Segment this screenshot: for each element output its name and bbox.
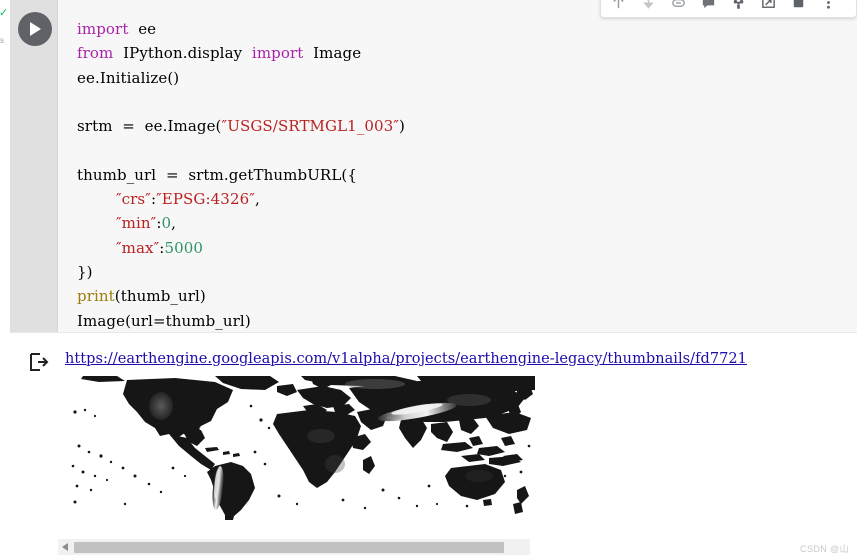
code-token: import: [251, 44, 304, 63]
code-line: ee.Initialize(): [77, 66, 857, 90]
code-line: ″max″:5000: [77, 236, 857, 260]
add-comment-icon[interactable]: [693, 0, 723, 17]
move-cell-down-icon[interactable]: [633, 0, 663, 17]
code-token: Image: [303, 44, 362, 63]
code-token: ″min″: [115, 214, 157, 233]
mirror-cell-tab-icon[interactable]: [753, 0, 783, 17]
code-token: ″max″: [115, 238, 160, 257]
move-cell-up-icon[interactable]: [603, 0, 633, 17]
delete-cell-icon[interactable]: [783, 0, 813, 17]
code-token: ee: [128, 20, 157, 38]
code-token: 5000: [164, 238, 204, 257]
output-thumbnail-url-link[interactable]: https://earthengine.googleapis.com/v1alp…: [65, 350, 857, 368]
code-token: IPython.display: [113, 44, 252, 63]
code-line: ″min″:0,: [77, 211, 857, 235]
code-token: from: [77, 44, 114, 63]
code-token: (thumb_url): [114, 287, 206, 306]
code-line: from IPython.display import Image: [77, 41, 857, 65]
output-stream-icon: [28, 351, 50, 373]
code-token: thumb_url = srtm.getThumbURL({: [77, 165, 357, 184]
horizontal-scrollbar-thumb[interactable]: [74, 541, 504, 553]
code-token: 0: [161, 214, 172, 233]
code-token: ,: [171, 214, 177, 233]
code-token: import: [77, 20, 129, 38]
code-cell-gutter: [10, 0, 58, 332]
code-line: thumb_url = srtm.getThumbURL({: [77, 163, 857, 187]
code-token: }): [77, 262, 93, 281]
code-editor[interactable]: import ee from IPython.display import Ima…: [58, 0, 857, 332]
run-status-strip: ✓ s: [0, 0, 10, 340]
code-line: ″crs″:″EPSG:4326″,: [77, 187, 857, 211]
code-line: import ee: [77, 17, 857, 41]
code-token: ″EPSG:4326″: [156, 190, 255, 209]
code-token: ee.Initialize(): [77, 68, 180, 87]
code-token: ): [399, 117, 405, 136]
code-token: print: [77, 287, 115, 306]
srtm-world-map-thumbnail: [65, 376, 535, 521]
run-cell-button[interactable]: [18, 12, 52, 46]
code-token: ,: [254, 190, 260, 209]
code-token: ″crs″: [115, 190, 151, 209]
output-horizontal-scrollbar[interactable]: [58, 539, 530, 555]
code-token: ″USGS/SRTMGL1_003″: [221, 117, 400, 136]
scroll-left-arrow-icon[interactable]: [58, 539, 73, 555]
code-token: srtm = ee.Image(: [77, 117, 222, 136]
cell-action-toolbar: [600, 0, 857, 18]
output-cell: https://earthengine.googleapis.com/v1alp…: [10, 332, 857, 537]
run-success-check-icon: ✓: [0, 6, 9, 19]
link-to-cell-icon[interactable]: [663, 0, 693, 17]
code-line: }): [77, 260, 857, 284]
run-status-letter: s: [0, 36, 4, 45]
code-line: srtm = ee.Image(″USGS/SRTMGL1_003″): [77, 114, 857, 138]
more-cell-actions-icon[interactable]: [813, 0, 843, 17]
cell-settings-icon[interactable]: [723, 0, 753, 17]
code-line: print(thumb_url): [77, 284, 857, 308]
code-token: Image(url=thumb_url): [77, 311, 251, 330]
csdn-watermark: CSDN @山: [800, 544, 849, 554]
code-cell: import ee from IPython.display import Ima…: [10, 0, 857, 332]
code-line: Image(url=thumb_url): [77, 309, 857, 333]
